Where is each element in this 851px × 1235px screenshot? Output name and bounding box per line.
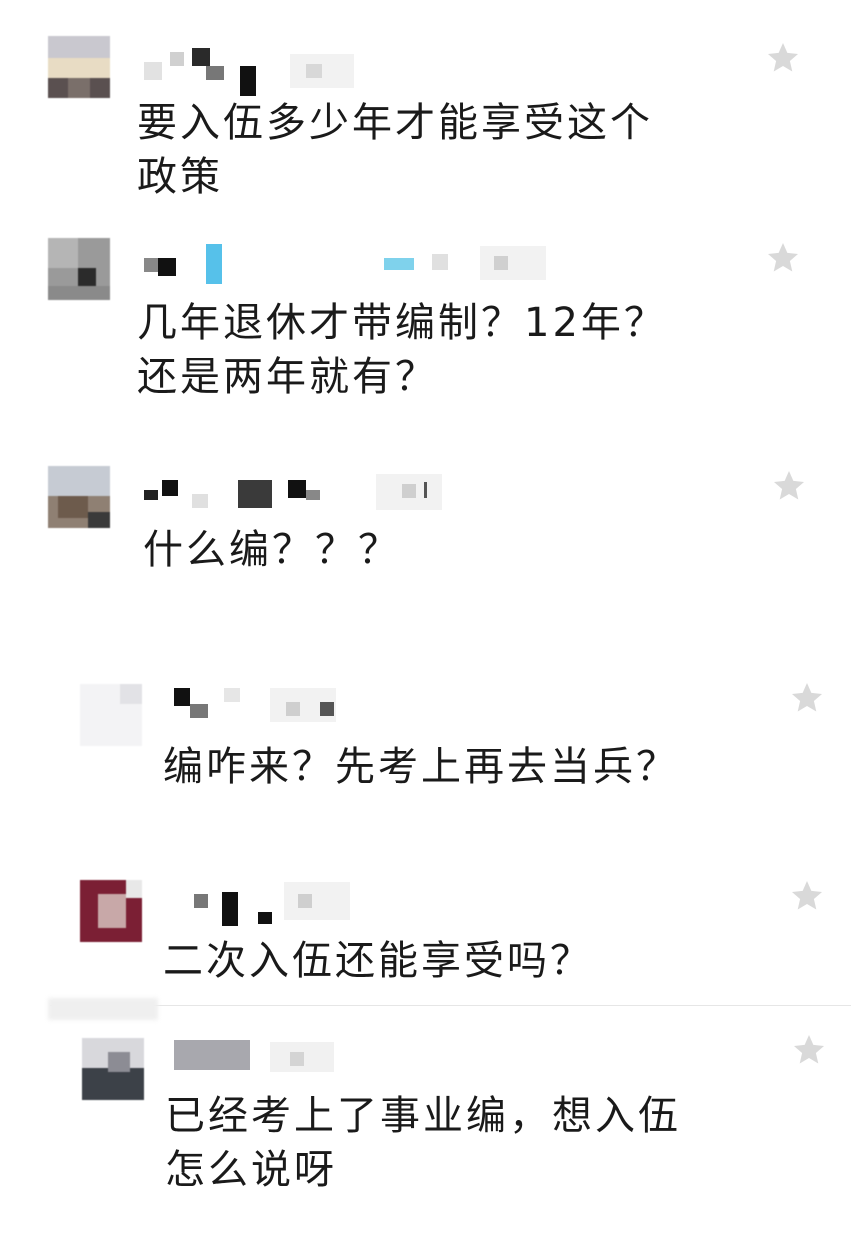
- star-icon[interactable]: [765, 40, 801, 76]
- divider: [50, 1005, 851, 1006]
- divider-shadow: [48, 998, 158, 1020]
- comment-text: 已经考上了事业编，想入伍 怎么说呀: [165, 1093, 681, 1193]
- username-redacted[interactable]: [140, 470, 450, 510]
- star-icon[interactable]: [765, 240, 801, 276]
- comment-text: 什么编？？？: [143, 527, 401, 573]
- avatar[interactable]: [82, 1038, 144, 1100]
- star-icon[interactable]: [791, 1032, 827, 1068]
- username-redacted[interactable]: [180, 880, 360, 926]
- comment-text: 二次入伍还能享受吗？: [163, 938, 593, 984]
- comment-text: 要入伍多少年才能享受这个 政策: [137, 100, 653, 200]
- username-redacted[interactable]: [140, 240, 560, 284]
- comment-text: 几年退休才带编制？12年？ 还是两年就有？: [137, 300, 667, 400]
- comment-text: 编咋来？先考上再去当兵？: [163, 744, 679, 790]
- avatar[interactable]: [80, 880, 142, 942]
- avatar[interactable]: [48, 466, 110, 528]
- star-icon[interactable]: [771, 468, 807, 504]
- avatar[interactable]: [48, 36, 110, 98]
- username-redacted[interactable]: [170, 684, 350, 724]
- star-icon[interactable]: [789, 878, 825, 914]
- avatar[interactable]: [48, 238, 110, 300]
- star-icon[interactable]: [789, 680, 825, 716]
- avatar[interactable]: [80, 684, 142, 746]
- username-redacted[interactable]: [140, 46, 370, 96]
- username-redacted[interactable]: [170, 1036, 350, 1076]
